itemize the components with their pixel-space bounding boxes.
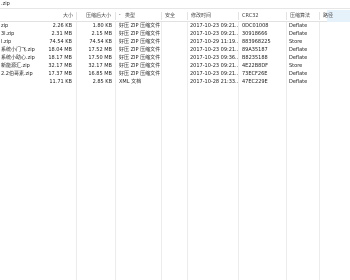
file-method: Deflate xyxy=(289,23,308,29)
file-type: XML 文档 xyxy=(119,79,142,85)
file-type: 好压 ZIP 压缩文件 xyxy=(119,71,161,77)
file-size: 74.54 KB xyxy=(49,39,72,45)
column-header-type[interactable]: ⌃ 类型 xyxy=(116,10,160,22)
sort-ascending-icon: ⌃ xyxy=(118,13,122,18)
file-type: 好压 ZIP 压缩文件 xyxy=(119,23,161,29)
file-row[interactable]: 2.2伯哥素.zip 17.37 MB 16.85 MB 好压 ZIP 压缩文件… xyxy=(0,70,350,78)
file-modified: 2017-10-23 09:21... xyxy=(190,71,238,77)
file-packed-size: 74.54 KB xyxy=(89,39,112,45)
column-header-path[interactable]: 路径 xyxy=(320,10,345,22)
column-header-type-label: 类型 xyxy=(125,13,136,19)
column-header-method[interactable]: 压缩算法 xyxy=(287,10,317,22)
address-bar[interactable]: .zip xyxy=(0,0,350,9)
file-type: 好压 ZIP 压缩文件 xyxy=(119,55,161,61)
file-modified: 2017-10-23 09:21... xyxy=(190,47,238,53)
file-size: 18.04 MB xyxy=(48,47,72,53)
file-crc32: 47EC229E xyxy=(242,79,268,85)
file-crc32: B8235188 xyxy=(242,55,268,61)
file-crc32: 89A35187 xyxy=(242,47,268,53)
file-row[interactable]: 新能源汇.zip 32.17 MB 32.17 MB 好压 ZIP 压缩文件 2… xyxy=(0,62,350,70)
file-crc32: 73ECF26E xyxy=(242,71,268,77)
column-header-crc32[interactable]: CRC32 xyxy=(239,10,273,22)
file-modified: 2017-10-23 09:21... xyxy=(190,63,238,69)
file-modified: 2017-10-28 21:33... xyxy=(190,79,238,85)
file-crc32: 0DC01008 xyxy=(242,23,269,29)
file-method: Deflate xyxy=(289,31,308,37)
file-size: 18.17 MB xyxy=(48,55,72,61)
file-method: Deflate xyxy=(289,79,308,85)
file-crc32: 30918666 xyxy=(242,31,268,37)
file-list-table: 大小 压缩后大小 ⌃ 类型 安全 修改时间 CRC32 压缩算法 路径 zip … xyxy=(0,10,350,280)
file-method: Store xyxy=(289,39,303,45)
column-header-security[interactable]: 安全 xyxy=(162,10,187,22)
file-method: Deflate xyxy=(289,55,308,61)
file-crc32: 883968225 xyxy=(242,39,271,45)
file-row[interactable]: l.zip 74.54 KB 74.54 KB 好压 ZIP 压缩文件 2017… xyxy=(0,38,350,46)
file-type: 好压 ZIP 压缩文件 xyxy=(119,47,161,53)
file-modified: 2017-10-29 11:19... xyxy=(190,39,238,45)
file-row[interactable]: 系统小助心.zip 18.17 MB 17.50 MB 好压 ZIP 压缩文件 … xyxy=(0,54,350,62)
column-header-modified[interactable]: 修改时间 xyxy=(188,10,238,22)
column-header-row: 大小 压缩后大小 ⌃ 类型 安全 修改时间 CRC32 压缩算法 路径 xyxy=(0,10,350,22)
file-packed-size: 2.15 MB xyxy=(91,31,112,37)
file-method: Deflate xyxy=(289,47,308,53)
file-size: 11.71 KB xyxy=(49,79,72,85)
file-modified: 2017-10-23 09:36... xyxy=(190,55,238,61)
file-packed-size: 1.80 KB xyxy=(92,23,112,29)
file-size: 32.17 MB xyxy=(48,63,72,69)
file-packed-size: 2.85 KB xyxy=(92,79,112,85)
file-packed-size: 16.85 MB xyxy=(88,71,112,77)
file-packed-size: 17.52 MB xyxy=(88,47,112,53)
file-rows: zip 2.26 KB 1.80 KB 好压 ZIP 压缩文件 2017-10-… xyxy=(0,22,350,86)
file-size: 17.37 MB xyxy=(48,71,72,77)
file-method: Store xyxy=(289,63,303,69)
file-type: 好压 ZIP 压缩文件 xyxy=(119,31,161,37)
file-size: 2.31 MB xyxy=(51,31,72,37)
file-crc32: 4E22B8DF xyxy=(242,63,269,69)
file-packed-size: 32.17 MB xyxy=(88,63,112,69)
file-row[interactable]: 3l.zip 2.31 MB 2.15 MB 好压 ZIP 压缩文件 2017-… xyxy=(0,30,350,38)
file-row[interactable]: 系统小门飞.zip 18.04 MB 17.52 MB 好压 ZIP 压缩文件 … xyxy=(0,46,350,54)
file-size: 2.26 KB xyxy=(52,23,72,29)
column-header-packed-size[interactable]: 压缩后大小 xyxy=(77,10,113,22)
file-packed-size: 17.50 MB xyxy=(88,55,112,61)
file-type: 好压 ZIP 压缩文件 xyxy=(119,63,161,69)
file-method: Deflate xyxy=(289,71,308,77)
file-type: 好压 ZIP 压缩文件 xyxy=(119,39,161,45)
file-row[interactable]: zip 2.26 KB 1.80 KB 好压 ZIP 压缩文件 2017-10-… xyxy=(0,22,350,30)
column-header-size[interactable]: 大小 xyxy=(0,10,75,22)
file-row[interactable]: 11.71 KB 2.85 KB XML 文档 2017-10-28 21:33… xyxy=(0,78,350,86)
address-path-text: .zip xyxy=(1,1,10,7)
file-modified: 2017-10-23 09:21... xyxy=(190,31,238,37)
file-modified: 2017-10-23 09:21... xyxy=(190,23,238,29)
